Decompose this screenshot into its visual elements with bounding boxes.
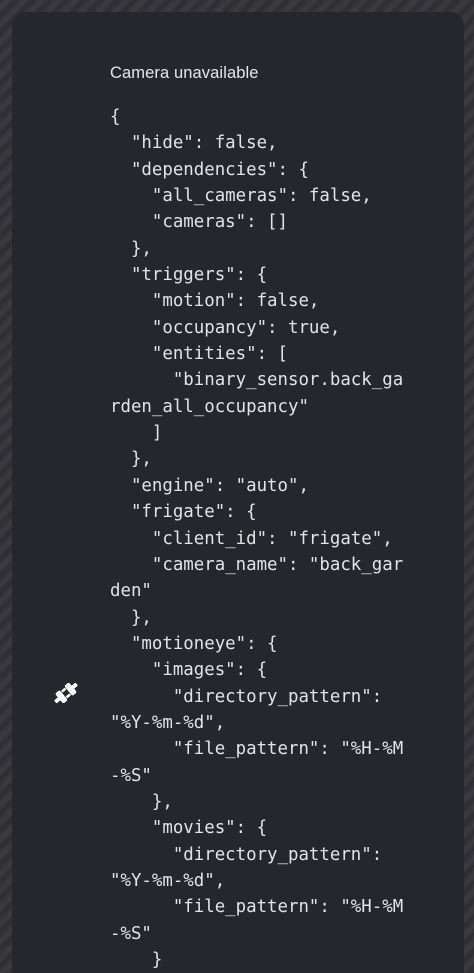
camera-card: Camera unavailable { "hide": false, "dep… [12,12,464,973]
card-title: Camera unavailable [110,64,259,82]
disconnected-plug-icon [54,682,78,704]
camera-config-json: { "hide": false, "dependencies": { "all_… [110,107,404,970]
